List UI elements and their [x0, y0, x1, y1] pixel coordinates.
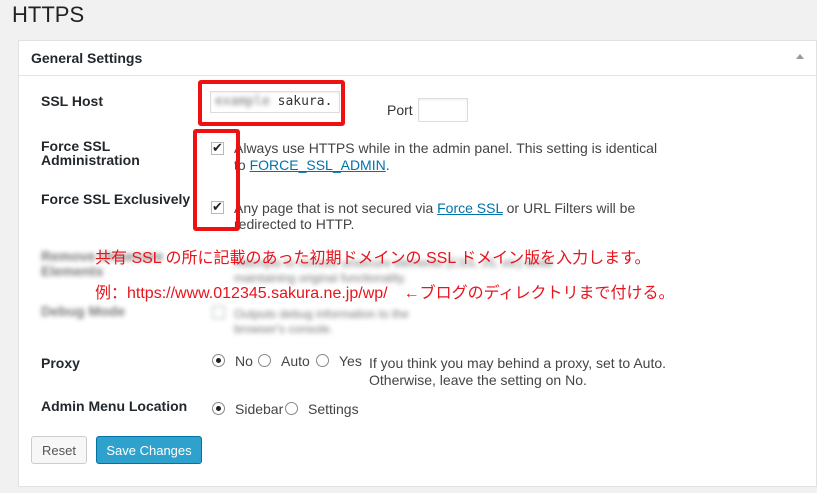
panel-header[interactable]: General Settings	[19, 41, 816, 76]
page-title: HTTPS	[12, 2, 85, 27]
force-ssl-exclusive-desc-suffix: or URL Filters will be	[502, 200, 636, 216]
proxy-option-yes: Yes	[339, 353, 362, 369]
force-ssl-admin-label-line2: Administration	[41, 152, 140, 168]
reset-button[interactable]: Reset	[31, 436, 87, 464]
force-ssl-exclusive-label: Force SSL Exclusively	[41, 191, 191, 207]
collapse-arrow-icon[interactable]	[796, 54, 804, 59]
panel-title: General Settings	[31, 50, 143, 66]
force-ssl-exclusive-desc-prefix: Any page that is not secured via	[234, 200, 438, 216]
proxy-radio-no[interactable]	[212, 354, 225, 367]
debug-mode-checkbox[interactable]	[212, 306, 225, 319]
admin-menu-option-settings: Settings	[308, 401, 359, 417]
force-ssl-exclusive-desc-line1: Any page that is not secured via Force S…	[234, 200, 635, 217]
annotation-line2: 例：https://www.012345.sakura.ne.jp/wp/ ←ブ…	[95, 285, 675, 302]
force-ssl-admin-link[interactable]: FORCE_SSL_ADMIN	[250, 157, 386, 173]
remove-unsecure-label-line2: Elements	[41, 263, 104, 279]
proxy-label: Proxy	[41, 355, 80, 371]
proxy-radio-yes[interactable]	[316, 354, 329, 367]
port-label: Port	[387, 102, 413, 118]
save-changes-button[interactable]: Save Changes	[96, 436, 202, 464]
admin-menu-radio-settings[interactable]	[285, 402, 298, 415]
ssl-host-label: SSL Host	[41, 93, 103, 109]
proxy-option-auto: Auto	[281, 353, 310, 369]
port-input[interactable]	[418, 98, 468, 122]
proxy-desc-line1: If you think you may behind a proxy, set…	[369, 355, 667, 371]
force-ssl-admin-desc-line2: to FORCE_SSL_ADMIN.	[234, 157, 390, 174]
admin-menu-location-label: Admin Menu Location	[41, 398, 188, 414]
debug-mode-label: Debug Mode	[41, 303, 125, 319]
proxy-option-no: No	[235, 353, 253, 369]
proxy-radio-auto[interactable]	[258, 354, 271, 367]
admin-menu-option-sidebar: Sidebar	[235, 401, 284, 417]
force-ssl-admin-desc-line1: Always use HTTPS while in the admin pane…	[234, 140, 658, 156]
debug-mode-desc-line2: browser's console.	[234, 322, 333, 336]
force-ssl-exclusive-desc-line2: redirected to HTTP.	[234, 216, 355, 232]
checkbox-highlight-box	[193, 129, 240, 231]
proxy-desc-line2: Otherwise, leave the setting on No.	[369, 372, 587, 388]
annotation-line1: 共有 SSL の所に記載のあった初期ドメインの SSL ドメイン版を入力します。	[95, 250, 651, 267]
admin-menu-radio-sidebar[interactable]	[212, 402, 225, 415]
force-ssl-link[interactable]: Force SSL	[437, 200, 503, 216]
ssl-host-highlight-box	[198, 80, 345, 126]
force-ssl-admin-desc-suffix: .	[385, 157, 390, 173]
